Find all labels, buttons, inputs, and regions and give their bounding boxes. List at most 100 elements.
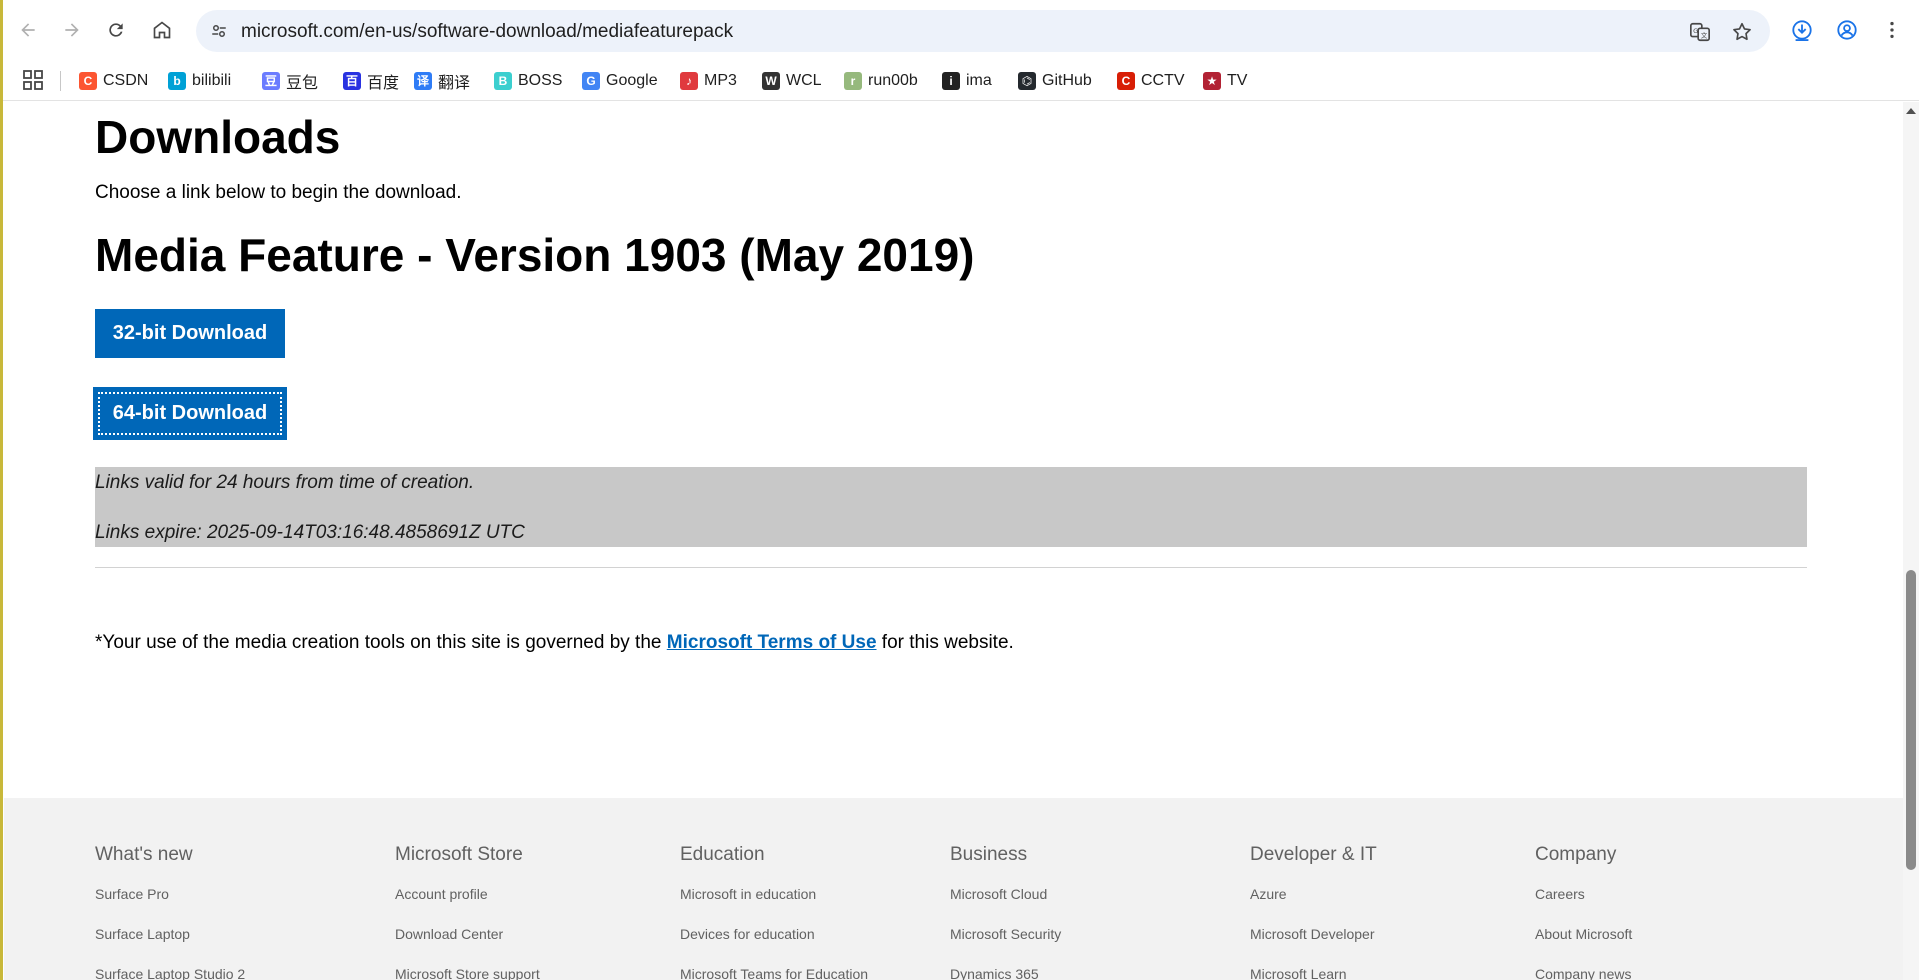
footer-link[interactable]: Surface Laptop Studio 2 xyxy=(95,966,245,980)
bookmark-bilibili[interactable]: b bilibili xyxy=(168,67,231,95)
bookmark-baidu[interactable]: 百百度 xyxy=(343,67,399,95)
runoob-icon: r xyxy=(844,72,862,90)
translate-page-icon[interactable]: G文 xyxy=(1687,19,1713,45)
bookmark-cctv[interactable]: C CCTV xyxy=(1117,67,1185,95)
window-edge xyxy=(0,0,3,980)
translate-icon: 译 xyxy=(414,72,432,90)
footer-link[interactable]: Microsoft Store support xyxy=(395,966,540,980)
bookmark-label: 豆包 xyxy=(286,75,319,92)
footer-col-title: Business xyxy=(950,844,1028,865)
footer-link[interactable]: Surface Laptop xyxy=(95,926,190,942)
menu-button[interactable] xyxy=(1876,14,1908,46)
bookmark-label: TV xyxy=(1227,72,1248,89)
home-icon xyxy=(153,21,171,39)
bookmark-translate[interactable]: 译翻译 xyxy=(414,67,470,95)
bookmark-star-icon[interactable] xyxy=(1729,19,1755,45)
arrow-right-icon xyxy=(65,23,79,37)
profile-icon xyxy=(1837,20,1857,40)
downloads-button[interactable] xyxy=(1786,14,1818,46)
reload-button[interactable] xyxy=(100,14,132,46)
reload-icon xyxy=(109,23,123,37)
back-button[interactable] xyxy=(12,14,44,46)
footer-link[interactable]: Microsoft Developer xyxy=(1250,926,1375,942)
baidu-icon: 百 xyxy=(343,72,361,90)
terms-text: *Your use of the media creation tools on… xyxy=(95,632,1014,654)
bookmark-ima[interactable]: i ima xyxy=(942,67,992,95)
scroll-up-arrow-icon[interactable] xyxy=(1906,108,1916,114)
mp3-icon: ♪ xyxy=(680,72,698,90)
bookmark-run00b[interactable]: r run00b xyxy=(844,67,918,95)
footer-link[interactable]: Devices for education xyxy=(680,926,815,942)
choose-link-text: Choose a link below to begin the downloa… xyxy=(95,182,462,203)
footer-link[interactable]: Microsoft Security xyxy=(950,926,1061,942)
download-icon xyxy=(1792,20,1812,41)
bookmark-boss[interactable]: B BOSS xyxy=(494,67,562,95)
home-button[interactable] xyxy=(146,14,178,46)
tv-icon: ★ xyxy=(1203,72,1221,90)
footer-link[interactable]: Dynamics 365 xyxy=(950,966,1039,980)
footer-col-title: What's new xyxy=(95,844,193,865)
bookmark-label: run00b xyxy=(868,72,918,89)
scrollbar-thumb[interactable] xyxy=(1906,570,1916,870)
links-notice: Links valid for 24 hours from time of cr… xyxy=(95,467,1807,547)
bookmark-wcl[interactable]: W WCL xyxy=(762,67,822,95)
terms-of-use-link[interactable]: Microsoft Terms of Use xyxy=(667,632,877,653)
wcl-icon: W xyxy=(762,72,780,90)
footer-link[interactable]: About Microsoft xyxy=(1535,926,1632,942)
boss-icon: B xyxy=(494,72,512,90)
bookmark-mp3[interactable]: ♪ MP3 xyxy=(680,67,737,95)
download-32bit-button[interactable]: 32-bit Download xyxy=(95,309,285,358)
footer-link[interactable]: Microsoft in education xyxy=(680,886,816,902)
media-feature-heading: Media Feature - Version 1903 (May 2019) xyxy=(95,229,975,281)
footer-link[interactable]: Download Center xyxy=(395,926,503,942)
bookmark-tv[interactable]: ★ TV xyxy=(1203,67,1247,95)
footer-link[interactable]: Microsoft Cloud xyxy=(950,886,1047,902)
links-valid-text: Links valid for 24 hours from time of cr… xyxy=(95,472,475,493)
google-icon: G xyxy=(582,72,600,90)
profile-button[interactable] xyxy=(1831,14,1863,46)
bookmark-label: CSDN xyxy=(103,72,149,89)
browser-toolbar: microsoft.com/en-us/software-download/me… xyxy=(0,0,1919,61)
bookmark-google[interactable]: G Google xyxy=(582,67,658,95)
url-text[interactable]: microsoft.com/en-us/software-download/me… xyxy=(241,21,733,43)
bookmark-doubao[interactable]: 豆豆包 xyxy=(262,67,318,95)
bookmark-label: BOSS xyxy=(518,72,563,89)
divider xyxy=(95,567,1807,568)
downloads-heading: Downloads xyxy=(95,111,341,163)
download-64bit-button[interactable]: 64-bit Download xyxy=(95,389,285,438)
footer-col-title: Education xyxy=(680,844,765,865)
footer-link[interactable]: Microsoft Teams for Education xyxy=(680,966,868,980)
bookmarks-divider xyxy=(60,71,61,91)
terms-prefix: *Your use of the media creation tools on… xyxy=(95,632,667,653)
bookmark-label: 翻译 xyxy=(438,75,471,92)
page-scrollbar[interactable] xyxy=(1903,102,1919,980)
footer-link[interactable]: Company news xyxy=(1535,966,1632,980)
footer-link[interactable]: Account profile xyxy=(395,886,488,902)
bookmark-label: Google xyxy=(606,72,658,89)
arrow-left-icon xyxy=(21,23,35,37)
site-info-icon[interactable] xyxy=(206,18,232,44)
bookmark-label: GitHub xyxy=(1042,72,1092,89)
bookmark-csdn[interactable]: C CSDN xyxy=(79,67,148,95)
footer-link[interactable]: Surface Pro xyxy=(95,886,169,902)
footer-link[interactable]: Microsoft Learn xyxy=(1250,966,1346,980)
bookmark-label: 百度 xyxy=(367,75,400,92)
footer-col-title: Company xyxy=(1535,844,1617,865)
bookmark-label: bilibili xyxy=(192,72,232,89)
bookmark-label: CCTV xyxy=(1141,72,1185,89)
bookmark-label: ima xyxy=(966,72,992,89)
footer-link[interactable]: Azure xyxy=(1250,886,1287,902)
bookmark-label: MP3 xyxy=(704,72,737,89)
cctv-icon: C xyxy=(1117,72,1135,90)
ima-icon: i xyxy=(942,72,960,90)
address-bar[interactable]: microsoft.com/en-us/software-download/me… xyxy=(196,10,1770,52)
doubao-icon: 豆 xyxy=(262,72,280,90)
svg-text:G: G xyxy=(1693,27,1698,35)
forward-button[interactable] xyxy=(56,14,88,46)
site-footer: What's new Surface Pro Surface Laptop Su… xyxy=(4,798,1903,980)
footer-col-title: Developer & IT xyxy=(1250,844,1377,865)
bilibili-icon: b xyxy=(168,72,186,90)
bookmark-github[interactable]: ⌬ GitHub xyxy=(1018,67,1092,95)
footer-link[interactable]: Careers xyxy=(1535,886,1585,902)
apps-grid-icon[interactable] xyxy=(22,69,44,91)
